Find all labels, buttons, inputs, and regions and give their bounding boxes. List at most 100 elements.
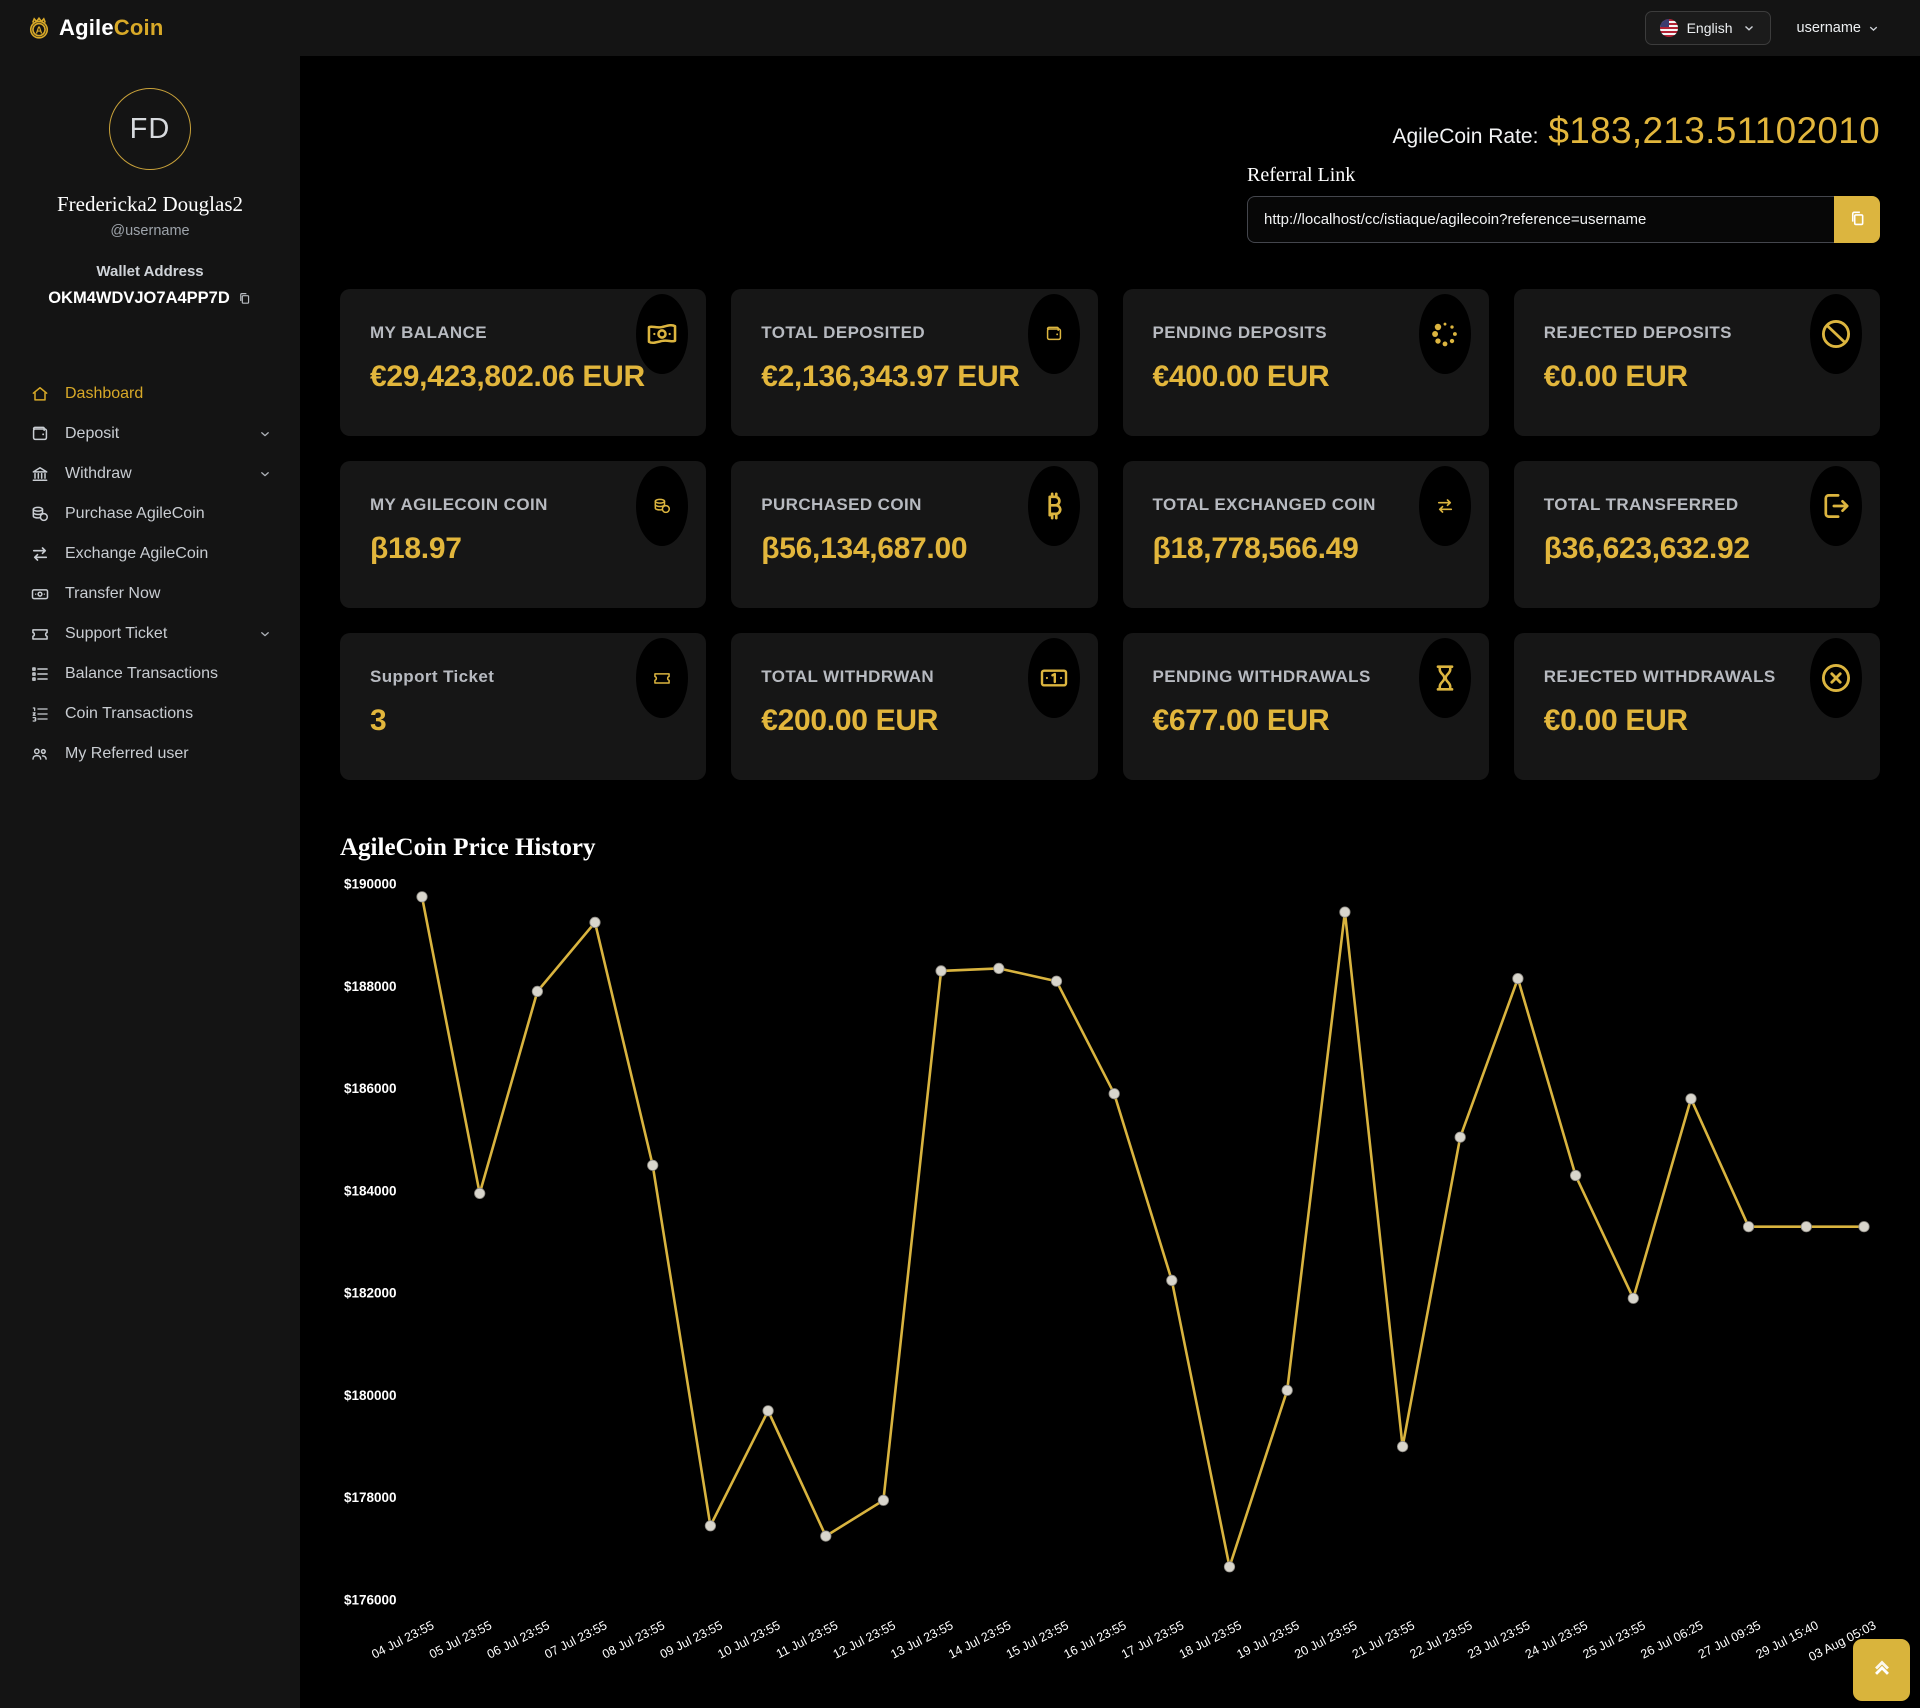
chevron-down-icon — [1867, 22, 1880, 35]
sidebar-item-coin-transactions[interactable]: Coin Transactions — [0, 694, 300, 734]
svg-text:$180000: $180000 — [344, 1388, 397, 1403]
referral-copy-button[interactable] — [1834, 196, 1880, 243]
sidebar-item-deposit[interactable]: Deposit — [0, 414, 300, 454]
svg-text:$186000: $186000 — [344, 1081, 397, 1096]
us-flag-icon — [1660, 19, 1678, 37]
svg-text:27 Jul 09:35: 27 Jul 09:35 — [1696, 1618, 1763, 1661]
stat-card-pending-withdrawals: PENDING WITHDRAWALS€677.00 EUR — [1123, 633, 1489, 780]
card-value: €200.00 EUR — [761, 704, 1069, 738]
sidebar-item-transfer-now[interactable]: Transfer Now — [0, 574, 300, 614]
wallet-icon — [1028, 294, 1080, 374]
card-label: PENDING DEPOSITS — [1153, 323, 1461, 343]
card-value: 3 — [370, 704, 678, 738]
sidebar: FD Fredericka2 Douglas2 @username Wallet… — [0, 56, 300, 1708]
language-selector[interactable]: English — [1645, 11, 1771, 45]
card-value: β18.97 — [370, 532, 678, 566]
sidebar-item-label: Purchase AgileCoin — [65, 505, 205, 523]
svg-text:$178000: $178000 — [344, 1490, 397, 1505]
sidebar-item-exchange-agilecoin[interactable]: Exchange AgileCoin — [0, 534, 300, 574]
chevron-down-icon — [258, 627, 272, 641]
svg-text:$182000: $182000 — [344, 1286, 397, 1301]
card-value: €400.00 EUR — [1153, 360, 1461, 394]
svg-text:13 Jul 23:55: 13 Jul 23:55 — [888, 1618, 955, 1661]
card-label: TOTAL TRANSFERRED — [1544, 495, 1852, 515]
sidebar-item-withdraw[interactable]: Withdraw — [0, 454, 300, 494]
card-label: MY AGILECOIN COIN — [370, 495, 678, 515]
card-label: TOTAL DEPOSITED — [761, 323, 1069, 343]
sidebar-item-support-ticket[interactable]: Support Ticket — [0, 614, 300, 654]
ticket-icon — [636, 638, 688, 718]
card-value: €0.00 EUR — [1544, 360, 1852, 394]
user-menu-label: username — [1797, 20, 1861, 36]
svg-text:14 Jul 23:55: 14 Jul 23:55 — [946, 1618, 1013, 1661]
user-menu[interactable]: username — [1797, 20, 1880, 36]
stat-card-total-exchanged-coin: TOTAL EXCHANGED COIN β18,778,566.49 — [1123, 461, 1489, 608]
chevron-down-icon — [1742, 21, 1756, 35]
sidebar-item-label: Balance Transactions — [65, 665, 218, 683]
wallet-icon — [30, 424, 51, 444]
chevron-down-icon — [258, 467, 272, 481]
sidebar-item-label: Deposit — [65, 425, 119, 443]
hourglass-icon — [1419, 638, 1471, 718]
price-chart-svg: $190000 $188000 $186000 $184000 $182000 $1800… — [340, 866, 1880, 1666]
svg-text:$190000: $190000 — [344, 877, 397, 892]
sidebar-item-balance-transactions[interactable]: Balance Transactions — [0, 654, 300, 694]
x-circle-icon — [1810, 638, 1862, 718]
brand-logo[interactable]: A AgileCoin — [26, 15, 163, 41]
svg-text:$188000: $188000 — [344, 979, 397, 994]
ticket-icon — [30, 624, 51, 644]
svg-text:05 Jul 23:55: 05 Jul 23:55 — [427, 1618, 494, 1661]
card-value: β18,778,566.49 — [1153, 532, 1461, 566]
list-ol-icon — [30, 704, 51, 724]
sidebar-item-dashboard[interactable]: Dashboard — [0, 374, 300, 414]
sidebar-item-label: My Referred user — [65, 745, 189, 763]
coins-icon — [30, 504, 51, 524]
sidebar-item-label: Coin Transactions — [65, 705, 193, 723]
card-label: TOTAL EXCHANGED COIN — [1153, 495, 1461, 515]
stat-card-my-balance: MY BALANCE€29,423,802.06 EUR — [340, 289, 706, 436]
topbar: A AgileCoin English username — [0, 0, 1920, 56]
sidebar-item-label: Exchange AgileCoin — [65, 545, 208, 563]
stat-card-total-transferred: TOTAL TRANSFERREDβ36,623,632.92 — [1514, 461, 1880, 608]
profile-handle: @username — [0, 223, 300, 239]
referral-block: Referral Link — [1247, 164, 1880, 243]
wallet-address-value: OKM4WDVJO7A4PP7D — [48, 289, 230, 308]
copy-icon[interactable] — [237, 291, 252, 306]
svg-text:12 Jul 23:55: 12 Jul 23:55 — [831, 1618, 898, 1661]
exchange-icon — [30, 544, 51, 564]
profile-block: FD Fredericka2 Douglas2 @username Wallet… — [0, 56, 300, 308]
svg-text:19 Jul 23:55: 19 Jul 23:55 — [1235, 1618, 1302, 1661]
sidebar-item-label: Dashboard — [65, 385, 143, 403]
stat-card-my-agilecoin-coin: MY AGILECOIN COIN β18.97 — [340, 461, 706, 608]
card-label: REJECTED DEPOSITS — [1544, 323, 1852, 343]
rate-label: AgileCoin Rate: — [1393, 125, 1539, 149]
rate-value: $183,213.51102010 — [1548, 110, 1880, 152]
users-icon — [30, 744, 51, 764]
ban-icon — [1810, 294, 1862, 374]
coins-icon — [636, 466, 688, 546]
agilecoin-crown-icon: A — [26, 15, 52, 41]
svg-text:17 Jul 23:55: 17 Jul 23:55 — [1119, 1618, 1186, 1661]
stat-card-total-deposited: TOTAL DEPOSITED€2,136,343.97 EUR — [731, 289, 1097, 436]
svg-text:22 Jul 23:55: 22 Jul 23:55 — [1408, 1618, 1475, 1661]
svg-text:21 Jul 23:55: 21 Jul 23:55 — [1350, 1618, 1417, 1661]
transfer-icon — [1810, 466, 1862, 546]
svg-text:15 Jul 23:55: 15 Jul 23:55 — [1004, 1618, 1071, 1661]
money-one-icon — [1028, 638, 1080, 718]
svg-text:18 Jul 23:55: 18 Jul 23:55 — [1177, 1618, 1244, 1661]
card-label: PENDING WITHDRAWALS — [1153, 667, 1461, 687]
stat-card-total-withdrwan: TOTAL WITHDRWAN€200.00 EUR — [731, 633, 1097, 780]
referral-link-input[interactable] — [1247, 196, 1834, 243]
svg-text:24 Jul 23:55: 24 Jul 23:55 — [1523, 1618, 1590, 1661]
price-chart: $190000 $188000 $186000 $184000 $182000 $1800… — [340, 866, 1880, 1671]
svg-text:$184000: $184000 — [344, 1183, 397, 1198]
sidebar-item-my-referred-user[interactable]: My Referred user — [0, 734, 300, 774]
svg-text:06 Jul 23:55: 06 Jul 23:55 — [485, 1618, 552, 1661]
sidebar-item-label: Support Ticket — [65, 625, 167, 643]
spinner-icon — [1419, 294, 1471, 374]
card-label: Support Ticket — [370, 667, 678, 687]
card-label: PURCHASED COIN — [761, 495, 1069, 515]
svg-text:A: A — [35, 25, 42, 36]
sidebar-item-purchase-agilecoin[interactable]: Purchase AgileCoin — [0, 494, 300, 534]
scroll-to-top-button[interactable] — [1853, 1639, 1910, 1701]
